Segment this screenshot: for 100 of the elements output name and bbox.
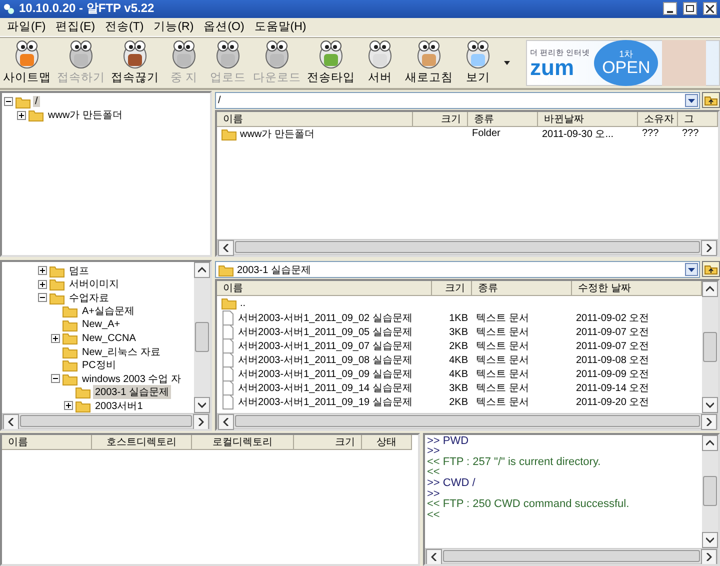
- table-cell-text: 2011-09-20 오전: [576, 396, 650, 410]
- column-header[interactable]: 크기: [432, 281, 472, 296]
- column-header[interactable]: 상태: [362, 434, 412, 450]
- tree-item[interactable]: New_CCNA: [80, 332, 138, 344]
- table-cell-text: 2011-09-14 오전: [576, 382, 650, 396]
- horizontal-scrollbar[interactable]: [217, 239, 718, 256]
- table-cell-text: 2011-09-07 오전: [576, 326, 650, 340]
- horizontal-scrollbar[interactable]: [2, 412, 210, 429]
- path-dropdown[interactable]: /: [215, 92, 700, 109]
- toolbar-button[interactable]: 전송타입: [304, 38, 358, 88]
- tree-item[interactable]: /: [33, 96, 40, 108]
- minimize-icon: [667, 11, 673, 14]
- scroll-thumb[interactable]: [195, 322, 209, 352]
- expand-icon[interactable]: [64, 401, 73, 410]
- photo-placeholder: [662, 40, 706, 86]
- toolbar-button[interactable]: 서버: [358, 38, 402, 88]
- close-button[interactable]: [703, 2, 717, 16]
- column-header[interactable]: 이름: [217, 112, 413, 127]
- collapse-icon[interactable]: [51, 374, 60, 384]
- file-name[interactable]: 서버2003-서버1_2011_09_08 실습문제: [238, 353, 412, 368]
- vertical-scrollbar[interactable]: [194, 262, 210, 413]
- folder-icon: [62, 331, 78, 346]
- menu-item[interactable]: 파일(F): [2, 19, 51, 34]
- scroll-thumb[interactable]: [443, 550, 700, 562]
- vertical-scrollbar[interactable]: [702, 281, 718, 413]
- file-name[interactable]: www가 만든폴더: [240, 126, 314, 141]
- column-header[interactable]: 종류: [472, 281, 572, 296]
- column-header[interactable]: 바뀐날짜: [538, 112, 638, 127]
- scroll-thumb[interactable]: [703, 332, 717, 362]
- collapse-icon[interactable]: [4, 97, 13, 106]
- log-line: <<: [427, 467, 440, 478]
- column-header[interactable]: 그: [678, 112, 718, 127]
- expand-icon[interactable]: [51, 334, 60, 343]
- tree-item[interactable]: PC정비: [80, 358, 118, 372]
- table-cell-text: 2011-09-07 오전: [576, 340, 650, 354]
- toolbar-button[interactable]: 새로고침: [402, 38, 456, 88]
- menu-item[interactable]: 편집(E): [50, 19, 100, 34]
- tree-item[interactable]: windows 2003 수업 자: [80, 372, 183, 386]
- badge-text: 1차: [619, 50, 634, 59]
- horizontal-scrollbar[interactable]: [425, 548, 718, 564]
- file-name[interactable]: ..: [240, 298, 246, 309]
- folder-icon: [15, 94, 31, 109]
- expand-icon[interactable]: [38, 280, 47, 289]
- app-icon: [3, 2, 15, 15]
- collapse-icon[interactable]: [38, 293, 47, 302]
- tree-item[interactable]: New_A+: [80, 319, 122, 330]
- column-header[interactable]: 이름: [217, 281, 432, 296]
- log-line: >>: [427, 446, 440, 457]
- scroll-thumb[interactable]: [235, 241, 700, 254]
- file-name[interactable]: 서버2003-서버1_2011_09_07 실습문제: [238, 339, 412, 354]
- tree-item[interactable]: 덤프: [67, 264, 91, 278]
- folder-icon: [49, 264, 65, 278]
- scroll-thumb[interactable]: [703, 476, 717, 506]
- folder-up-icon[interactable]: [702, 92, 720, 108]
- menu-item[interactable]: 도움말(H): [249, 19, 312, 34]
- scroll-thumb[interactable]: [20, 414, 192, 427]
- table-cell: 4KB: [449, 354, 468, 366]
- column-header[interactable]: 소유자: [638, 112, 678, 127]
- column-header[interactable]: 크기: [294, 434, 362, 450]
- tree-item[interactable]: A+실습문제: [80, 304, 137, 318]
- toolbar-button[interactable]: 보기: [456, 38, 500, 88]
- tree-item[interactable]: 2003서버1: [93, 398, 145, 413]
- tree-item[interactable]: 서버이미지: [67, 277, 121, 292]
- menu-item[interactable]: 전송(T): [100, 19, 149, 34]
- path-dropdown[interactable]: 2003-1 실습문제: [215, 261, 700, 278]
- tree-item[interactable]: www가 만든폴더: [46, 108, 124, 122]
- horizontal-scrollbar[interactable]: [217, 412, 718, 429]
- expand-icon[interactable]: [17, 110, 26, 120]
- vertical-scrollbar[interactable]: [702, 434, 718, 548]
- dropdown-arrow-icon[interactable]: [504, 60, 510, 65]
- badge-text: OPEN: [602, 58, 650, 76]
- file-name[interactable]: 서버2003-서버1_2011_09_09 실습문제: [238, 367, 412, 382]
- scroll-thumb[interactable]: [235, 414, 700, 427]
- file-name[interactable]: 서버2003-서버1_2011_09_05 실습문제: [238, 325, 412, 340]
- folder-up-icon[interactable]: [702, 261, 720, 278]
- folder-icon: [62, 344, 78, 359]
- column-header[interactable]: 이름: [2, 434, 92, 450]
- file-name[interactable]: 서버2003-서버1_2011_09_02 실습문제: [238, 311, 412, 326]
- column-header[interactable]: 로컬디렉토리: [192, 434, 294, 450]
- file-name[interactable]: 서버2003-서버1_2011_09_19 실습문제: [238, 395, 412, 410]
- minimize-button[interactable]: [663, 2, 677, 16]
- column-header[interactable]: 종류: [468, 112, 538, 127]
- menu-item[interactable]: 옵션(O): [198, 19, 250, 34]
- close-icon: [706, 5, 714, 14]
- column-header[interactable]: 호스트디렉토리: [92, 434, 192, 450]
- tree-item[interactable]: 2003-1 실습문제: [93, 385, 171, 400]
- toolbar-button[interactable]: 사이트맵: [0, 38, 54, 88]
- maximize-button[interactable]: [683, 2, 697, 16]
- tree-item[interactable]: 수업자료: [67, 290, 111, 305]
- column-header[interactable]: 크기: [413, 112, 468, 127]
- table-cell: 2KB: [449, 396, 468, 408]
- column-header[interactable]: 수정한 날짜: [572, 281, 702, 296]
- file-name[interactable]: 서버2003-서버1_2011_09_14 실습문제: [238, 381, 412, 396]
- folder-icon: [75, 385, 91, 400]
- folder-icon: [28, 108, 44, 122]
- toolbar-button[interactable]: 접속끊기: [108, 38, 162, 88]
- table-cell: ???: [642, 128, 659, 140]
- tree-item[interactable]: New_리눅스 자료: [80, 344, 162, 359]
- menu-item[interactable]: 기능(R): [148, 19, 199, 34]
- expand-icon[interactable]: [38, 266, 47, 276]
